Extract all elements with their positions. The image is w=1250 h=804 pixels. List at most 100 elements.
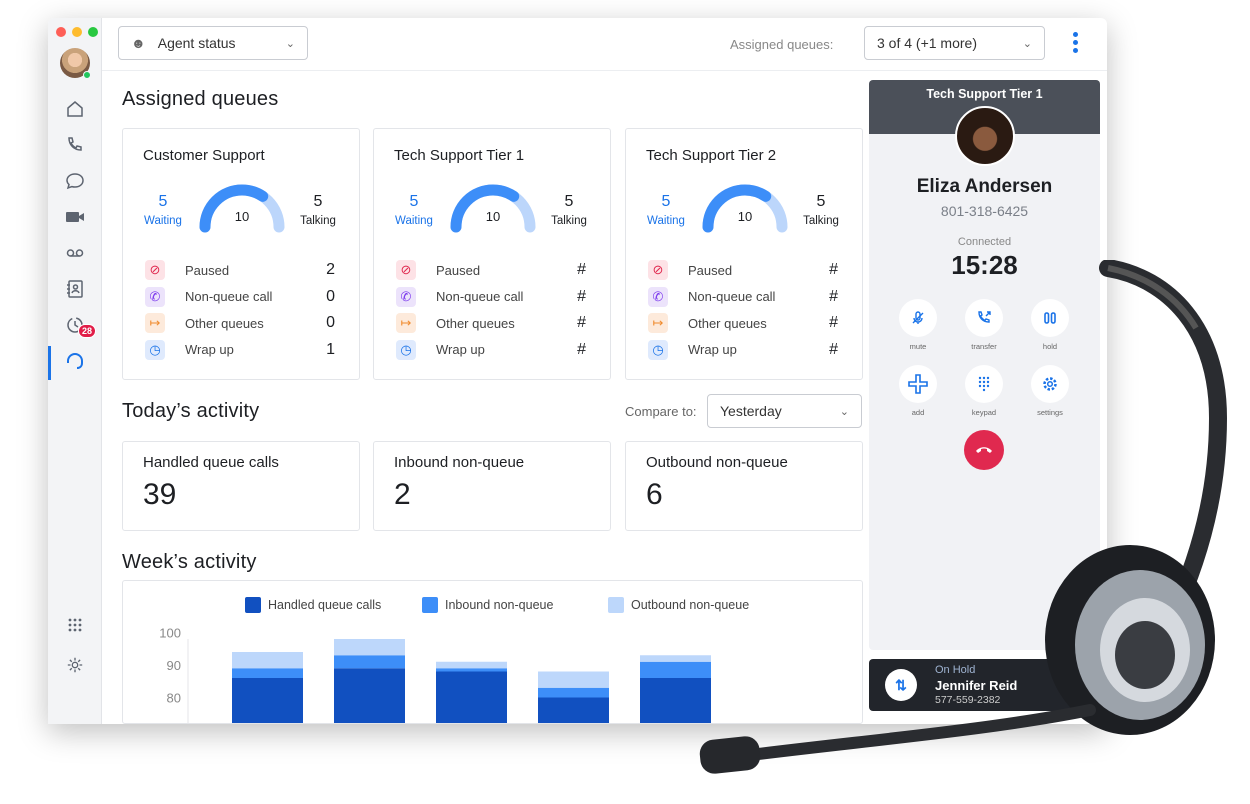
assigned-queues-label: Assigned queues: [730,37,834,52]
bar-segment [232,678,303,723]
bar-segment [436,661,507,669]
talking-label: Talking [300,215,336,227]
queue-card[interactable]: Tech Support Tier 1 5 Waiting 10 5 Talki… [373,128,611,380]
caller-avatar [955,106,1015,166]
weeks-activity-title: Week’s activity [122,551,257,573]
bar-segment [538,697,609,723]
queue-total: 10 [234,209,250,224]
queue-stat-row: ✆ Non-queue call 0 [145,286,335,308]
home-icon[interactable] [48,94,102,124]
wrap-up-clock-icon: ◷ [396,339,416,360]
chat-icon[interactable] [48,166,102,196]
queue-stat-row: ◷ Wrap up # [396,339,586,361]
waiting-count: 5 [661,193,671,210]
wrap-up-clock-icon: ◷ [145,339,165,360]
minimize-button[interactable] [72,27,82,37]
activity-label: Handled queue calls [143,454,279,471]
bar-segment [232,652,303,669]
avatar[interactable] [60,48,91,79]
history-icon[interactable]: 28 [48,310,102,340]
headset-image [699,260,1228,774]
legend-swatch [608,597,624,613]
waiting-label: Waiting [395,215,433,227]
queue-stat-row: ⊘ Paused 2 [145,259,335,281]
waiting-label: Waiting [144,215,182,227]
stat-label: Paused [185,262,230,278]
queue-name: Tech Support Tier 2 [646,147,777,164]
stat-value: # [577,261,586,278]
contacts-icon[interactable] [48,274,102,304]
queues-headset-icon[interactable] [48,346,102,380]
bar-segment [538,687,609,698]
stat-value: # [577,340,586,358]
non-queue-call-icon: ✆ [145,286,165,307]
stat-label: Wrap up [185,342,234,357]
other-queues-icon: ↦ [145,313,165,333]
voicemail-icon[interactable] [48,238,102,268]
bar-segment [334,639,405,656]
wrap-up-clock-icon: ◷ [648,339,668,360]
queue-name: Tech Support Tier 1 [394,147,525,164]
stat-value: 0 [326,287,335,305]
user-icon: ☻ [131,35,146,51]
phone-icon[interactable] [48,130,102,160]
bar-segment [436,671,507,723]
non-queue-call-icon: ✆ [396,286,416,307]
more-options-icon[interactable] [1070,32,1080,53]
close-button[interactable] [56,27,66,37]
paused-icon: ⊘ [396,260,416,280]
waiting-count: 5 [409,193,419,210]
legend-label: Inbound non-queue [445,598,553,612]
bar-segment [436,668,507,672]
queue-stat-row: ⊘ Paused # [396,259,586,281]
bar-segment [334,655,405,669]
activity-card: Inbound non-queue 2 [373,441,611,531]
bar-segment [232,668,303,678]
assigned-queues-dropdown[interactable]: 3 of 4 (+1 more) ⌄ [864,26,1045,60]
settings-gear-icon[interactable] [48,650,102,680]
stat-value: # [577,287,586,305]
stat-value: 0 [326,314,335,331]
activity-label: Inbound non-queue [394,454,525,471]
paused-icon: ⊘ [648,260,668,280]
stat-value: 2 [326,261,335,278]
queue-total: 10 [485,209,501,224]
activity-value: 6 [646,478,663,511]
queue-gauge [702,184,788,233]
legend-swatch [245,597,261,613]
queue-card[interactable]: Customer Support 5 Waiting 10 5 Talking … [122,128,360,380]
queue-stat-row: ✆ Non-queue call # [396,286,586,308]
queue-stat-row: ↦ Other queues # [396,312,586,334]
video-icon[interactable] [48,202,102,232]
talking-label: Talking [551,215,587,227]
apps-grid-icon[interactable] [48,610,102,640]
top-bar: ☻ Agent status ⌄ Assigned queues: 3 of 4… [102,18,1107,71]
queue-total: 10 [737,209,753,224]
agent-status-label: Agent status [157,35,236,51]
queue-stat-row: ↦ Other queues 0 [145,312,335,334]
queue-stat-row: ◷ Wrap up 1 [145,339,335,361]
chevron-down-icon: ⌄ [1022,37,1032,50]
bar-segment [538,671,609,688]
talking-label: Talking [803,215,839,227]
maximize-button[interactable] [88,27,98,37]
assigned-queues-value: 3 of 4 (+1 more) [877,35,977,51]
compare-to-label: Compare to: [625,404,697,419]
non-queue-call-icon: ✆ [648,286,668,307]
queue-gauge [199,184,285,233]
talking-count: 5 [816,193,826,210]
stat-label: Paused [436,262,481,278]
y-tick-label: 100 [159,626,181,641]
stat-label: Non-queue call [436,289,524,304]
stat-label: Wrap up [436,342,485,357]
paused-icon: ⊘ [145,260,165,280]
legend-label: Handled queue calls [268,598,381,612]
stat-label: Non-queue call [185,289,273,304]
online-status-icon [83,71,91,79]
other-queues-icon: ↦ [396,313,416,333]
agent-status-dropdown[interactable]: ☻ Agent status ⌄ [118,26,308,60]
stat-value: 1 [326,340,335,358]
queue-name: Customer Support [143,147,265,164]
bar-segment [334,668,405,723]
call-status: Connected [957,236,1012,248]
